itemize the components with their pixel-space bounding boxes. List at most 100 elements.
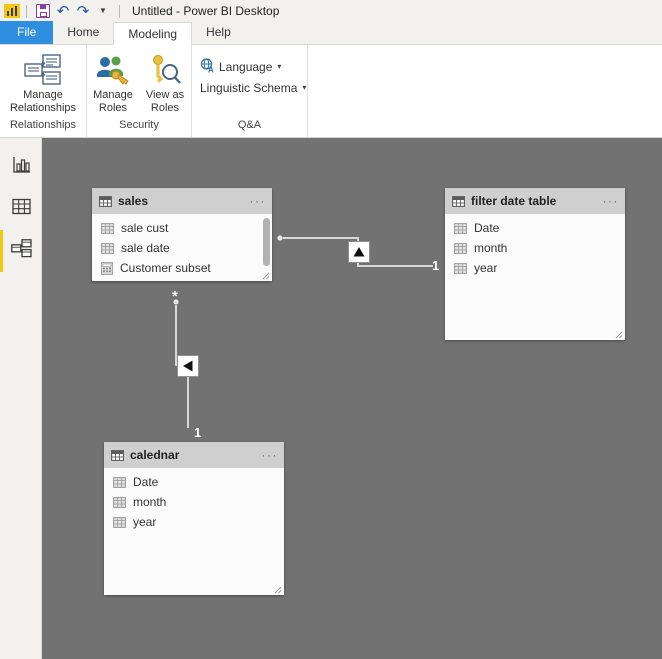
table-menu-calednar[interactable]: ··· [262,449,279,461]
view-as-roles-button[interactable]: View as Roles [139,50,191,115]
manage-relationships-button[interactable]: Manage Relationships [0,50,86,115]
ribbon-group-security: Manage Roles View as Roles Security [87,45,192,137]
table-card-filter-date-table[interactable]: filter date table ··· Date month year [445,188,625,340]
table-header-sales[interactable]: sales ··· [92,188,272,214]
language-button[interactable]: A Language ▾ [200,56,306,77]
field-label-sale-cust: sale cust [121,221,169,235]
linguistic-schema-chevron-down-icon: ▾ [302,83,307,92]
titlebar-divider-2 [119,4,120,18]
undo-button[interactable]: ↶ [53,1,73,21]
data-table-icon [11,198,31,220]
field-label-customer-subset: Customer subset [120,261,211,275]
column-grid-icon [454,262,467,274]
view-switcher-rail [0,138,42,659]
field-label-date: Date [133,475,159,489]
cross-filter-direction-sales-filterdate[interactable] [348,241,370,263]
manage-relationships-icon [23,53,63,87]
field-row-year[interactable]: year [445,258,625,278]
view-as-roles-label: View as Roles [146,89,184,115]
undo-icon: ↶ [56,1,70,20]
field-label-sale-date: sale date [121,241,170,255]
linguistic-schema-button[interactable]: Linguistic Schema ▾ [200,77,306,98]
resize-handle-sales[interactable] [262,272,270,280]
column-grid-icon [113,496,126,508]
report-chart-icon [12,156,31,179]
tab-modeling[interactable]: Modeling [113,22,193,45]
resize-handle-filter-date-table[interactable] [615,331,623,339]
field-row-sale-cust[interactable]: sale cust [92,218,272,238]
table-card-calednar[interactable]: calednar ··· Date month year [104,442,284,595]
redo-button[interactable]: ↷ [73,1,93,21]
table-fields-sales: sale cust sale date Customer subset [92,214,272,281]
table-grid-icon [111,449,124,461]
ribbon: Manage Relationships Relationships Manag… [0,45,662,138]
rail-item-report-view[interactable] [0,146,42,188]
field-row-sale-date[interactable]: sale date [92,238,272,258]
save-button[interactable] [33,1,53,21]
column-grid-icon [101,222,114,234]
cardinality-one-calednar: 1 [194,425,202,440]
customize-quick-access-button[interactable]: ▼ [93,1,113,21]
powerbi-desktop-window: ↶ ↷ ▼ Untitled - Power BI Desktop File H… [0,0,662,659]
arrow-up-icon [353,247,365,257]
save-icon [36,4,50,18]
language-label: Language [219,59,273,74]
mrole-label-line2: Roles [98,102,128,114]
column-grid-icon [454,222,467,234]
resize-handle-calednar[interactable] [274,586,282,594]
ribbon-group-label-security: Security [119,119,159,131]
mr-label-line1: Manage [23,89,63,101]
model-relationship-icon [10,239,32,263]
arrow-left-icon [183,360,193,372]
field-label-year: year [474,261,498,275]
rail-item-data-view[interactable] [0,188,42,230]
cross-filter-direction-sales-calednar[interactable] [177,355,199,377]
table-header-calednar[interactable]: calednar ··· [104,442,284,468]
rail-item-model-view[interactable] [0,230,42,272]
tab-help[interactable]: Help [192,21,245,44]
field-row-customer-subset[interactable]: Customer subset [92,258,272,278]
table-scrollbar-sales[interactable] [263,218,270,266]
model-canvas[interactable]: * 1 * 1 [42,138,662,659]
mrole-label-line1: Manage [93,89,133,101]
field-row-month[interactable]: month [104,492,284,512]
calculated-table-icon [101,261,113,275]
table-card-sales[interactable]: sales ··· sale cust sale date Customer s… [92,188,272,281]
window-title: Untitled - Power BI Desktop [132,4,280,18]
field-row-date[interactable]: Date [104,472,284,492]
titlebar-divider [26,4,27,18]
svg-text:A: A [208,65,214,73]
table-grid-icon [99,195,112,207]
rel1-endpoint-dot [277,235,283,241]
table-fields-filter-date-table: Date month year [445,214,625,340]
ribbon-group-label-qa: Q&A [237,119,262,131]
table-grid-icon [452,195,465,207]
field-row-year[interactable]: year [104,512,284,532]
manage-roles-label: Manage Roles [93,89,133,115]
ribbon-group-qa: A Language ▾ Linguistic Schema ▾ Q&A [192,45,308,137]
column-grid-icon [454,242,467,254]
language-globe-icon: A [200,57,215,76]
column-grid-icon [113,516,126,528]
field-row-month[interactable]: month [445,238,625,258]
cardinality-one-filterdate: 1 [432,258,440,273]
varole-label-line2: Roles [150,102,180,114]
manage-roles-icon [96,53,130,87]
tab-file[interactable]: File [0,21,54,44]
table-title-calednar: calednar [130,448,180,462]
field-label-date: Date [474,221,500,235]
manage-roles-button[interactable]: Manage Roles [87,50,139,115]
table-header-filter-date-table[interactable]: filter date table ··· [445,188,625,214]
table-menu-filter-date-table[interactable]: ··· [603,195,620,207]
tab-home[interactable]: Home [53,21,113,44]
ribbon-group-label-relationships: Relationships [9,119,77,131]
ribbon-group-relationships: Manage Relationships Relationships [0,45,87,137]
table-menu-sales[interactable]: ··· [250,195,267,207]
linguistic-schema-label: Linguistic Schema [200,80,298,95]
table-title-filter-date-table: filter date table [471,194,557,208]
field-label-year: year [133,515,157,529]
table-title-sales: sales [118,194,149,208]
table-fields-calednar: Date month year [104,468,284,595]
ribbon-filler [308,45,662,137]
field-row-date[interactable]: Date [445,218,625,238]
